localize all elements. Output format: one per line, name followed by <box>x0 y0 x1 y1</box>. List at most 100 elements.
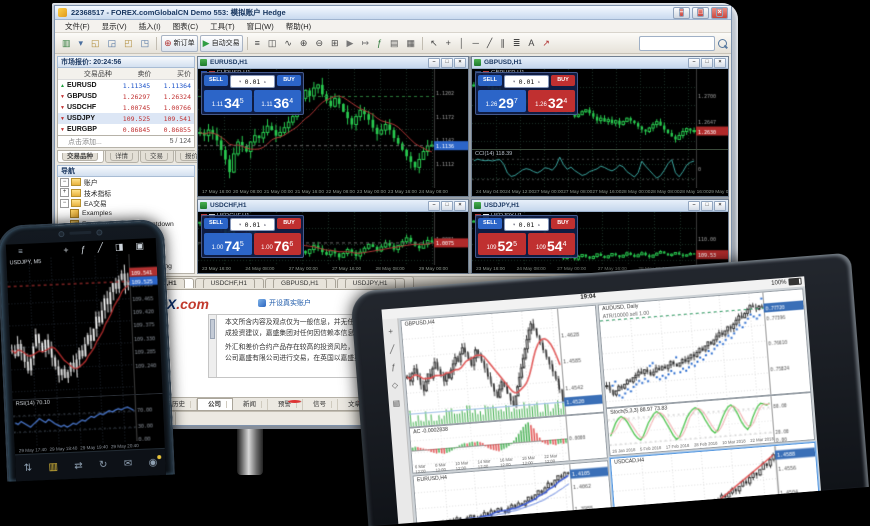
menu-item[interactable]: 显示(V) <box>96 21 133 32</box>
tablet-usdcad-canvas[interactable] <box>611 443 820 524</box>
chart-minimize-button[interactable]: – <box>688 201 700 211</box>
trendline-icon[interactable]: ╱ <box>91 242 109 254</box>
market-watch-tab[interactable]: 详情 <box>105 151 139 163</box>
expander-icon[interactable]: − <box>60 199 69 208</box>
expander-icon[interactable]: − <box>60 178 69 187</box>
chart-title-bar[interactable]: EURUSD,H1 –□× <box>198 57 468 69</box>
market-watch-row[interactable]: ▼USDCHF1.007451.00766 <box>58 102 194 113</box>
chart-tab[interactable]: GBPUSD,H1 <box>265 278 336 288</box>
lot-size-input[interactable]: ▾0.01▴ <box>230 218 275 231</box>
open-live-account-link[interactable]: 开设真实账户 <box>258 298 311 308</box>
sell-button[interactable]: SELL <box>204 218 228 229</box>
market-watch-row[interactable]: ▼USDJPY109.525109.541 <box>58 113 194 124</box>
tile-windows-icon[interactable]: ⊞ <box>328 35 342 52</box>
fibo-icon[interactable]: ≣ <box>510 35 524 52</box>
sell-button[interactable]: SELL <box>204 75 228 86</box>
sell-button[interactable]: SELL <box>478 75 502 86</box>
chat-icon[interactable]: ◉ <box>148 457 157 468</box>
ask-price[interactable]: 1.11364 <box>254 90 302 112</box>
menu-item[interactable]: 插入(I) <box>133 21 167 32</box>
terminal-tab[interactable]: 新闻 <box>233 399 268 410</box>
bid-price[interactable]: 109525 <box>478 233 526 255</box>
navigator-icon[interactable]: ◰ <box>121 35 136 52</box>
navigator-item[interactable]: −EA交易 <box>58 198 194 209</box>
sell-button[interactable]: SELL <box>478 218 502 229</box>
buy-button[interactable]: BUY <box>277 218 301 229</box>
menu-item[interactable]: 帮助(H) <box>280 21 317 32</box>
chart-title-bar[interactable]: GBPUSD,H1 –□× <box>472 57 728 69</box>
templates-icon[interactable]: ▦ <box>404 35 419 52</box>
market-watch-row[interactable]: ▼GBPUSD1.262971.26324 <box>58 91 194 102</box>
close-button[interactable]: × <box>711 7 728 19</box>
lot-size-input[interactable]: ▾0.01▴ <box>230 75 275 88</box>
chart-close-button[interactable]: × <box>454 201 466 211</box>
chart-close-button[interactable]: × <box>714 201 726 211</box>
bid-price[interactable]: 1.00745 <box>204 233 252 255</box>
navigator-item[interactable]: Examples <box>58 209 194 220</box>
add-symbol-label[interactable]: 点击添加... <box>68 137 102 147</box>
layout-icon[interactable]: ▤ <box>392 398 400 408</box>
vline-icon[interactable]: │ <box>456 35 468 52</box>
menu-item[interactable]: 图表(C) <box>167 21 204 32</box>
objects-icon[interactable]: ◇ <box>392 381 399 390</box>
chart-tab[interactable]: USDJPY,H1 <box>337 278 405 288</box>
market-watch-icon[interactable]: ◱ <box>88 35 103 52</box>
market-watch-tab[interactable]: 交易 <box>140 151 174 163</box>
col-ask[interactable]: 买价 <box>154 69 194 79</box>
draw-icon[interactable]: ╱ <box>389 345 395 354</box>
market-watch-add-row[interactable]: 点击添加... 5 / 124 <box>57 136 195 148</box>
history-icon[interactable]: ↻ <box>99 459 108 470</box>
market-watch-row[interactable]: ▲EURUSD1.113451.11364 <box>58 80 194 91</box>
chart-minimize-button[interactable]: – <box>428 58 440 68</box>
chart-close-button[interactable]: × <box>454 58 466 68</box>
new-order-button[interactable]: ⊕新订单 <box>161 35 198 52</box>
market-watch-row[interactable]: ▼EURGBP0.868450.86855 <box>58 124 194 135</box>
chart-close-button[interactable]: × <box>714 58 726 68</box>
maximize-button[interactable]: □ <box>692 7 709 19</box>
search-input[interactable] <box>639 36 715 51</box>
bid-price[interactable]: 1.26297 <box>478 90 526 112</box>
minimize-button[interactable]: – <box>673 7 690 19</box>
chart-title-bar[interactable]: USDCHF,H1 –□× <box>198 200 468 212</box>
profiles-icon[interactable]: ▾ <box>76 35 87 52</box>
trendline-icon[interactable]: ╱ <box>484 35 495 52</box>
zoom-in-icon[interactable]: ⊕ <box>297 35 311 52</box>
crosshair-icon[interactable]: + <box>57 244 75 255</box>
channel-icon[interactable]: ∥ <box>497 35 508 52</box>
arrows-icon[interactable]: ↗ <box>539 35 553 52</box>
ask-price[interactable]: 1.00766 <box>254 233 302 255</box>
window-layout-icon[interactable]: ◨ <box>109 241 130 253</box>
chart-title-bar[interactable]: USDJPY,H1 –□× <box>472 200 728 212</box>
charts-icon[interactable]: ▥ <box>48 461 58 472</box>
cursor-icon[interactable]: ↖ <box>427 35 441 52</box>
navigator-item[interactable]: −账户 <box>58 177 194 188</box>
buy-button[interactable]: BUY <box>551 218 575 229</box>
zoom-out-icon[interactable]: ⊖ <box>312 35 326 52</box>
line-chart-icon[interactable]: ∿ <box>281 35 295 52</box>
buy-button[interactable]: BUY <box>277 75 301 86</box>
chart-minimize-button[interactable]: – <box>428 201 440 211</box>
terminal-icon[interactable]: ◳ <box>138 35 153 52</box>
autotrading-button[interactable]: ▶自动交易 <box>200 35 243 52</box>
autoscroll-icon[interactable]: ▶ <box>344 35 357 52</box>
hline-icon[interactable]: ─ <box>470 35 482 52</box>
chart-tab[interactable]: USDCHF,H1 <box>195 278 264 288</box>
chart-restore-button[interactable]: □ <box>441 201 453 211</box>
expander-icon[interactable]: + <box>60 188 69 197</box>
chart-restore-button[interactable]: □ <box>441 58 453 68</box>
terminal-tab[interactable]: 公司 <box>197 398 233 410</box>
new-chart-icon[interactable]: ▥ <box>59 35 74 52</box>
periods-icon[interactable]: ▤ <box>387 35 402 52</box>
chart-restore-button[interactable]: □ <box>701 58 713 68</box>
chart-shift-icon[interactable]: ↦ <box>358 35 372 52</box>
chart-restore-button[interactable]: □ <box>701 201 713 211</box>
phone-chart-canvas[interactable] <box>6 253 162 399</box>
navigator-item[interactable]: +技术指标 <box>58 188 194 199</box>
trade-icon[interactable]: ⇄ <box>74 460 83 471</box>
ask-price[interactable]: 109544 <box>528 233 576 255</box>
text-icon[interactable]: A <box>525 35 537 52</box>
terminal-tab[interactable]: 信号 <box>303 399 338 410</box>
quotes-icon[interactable]: ⇅ <box>24 462 33 473</box>
crosshair-icon[interactable]: + <box>388 327 393 336</box>
col-symbol[interactable]: 交易品种 <box>58 69 115 79</box>
